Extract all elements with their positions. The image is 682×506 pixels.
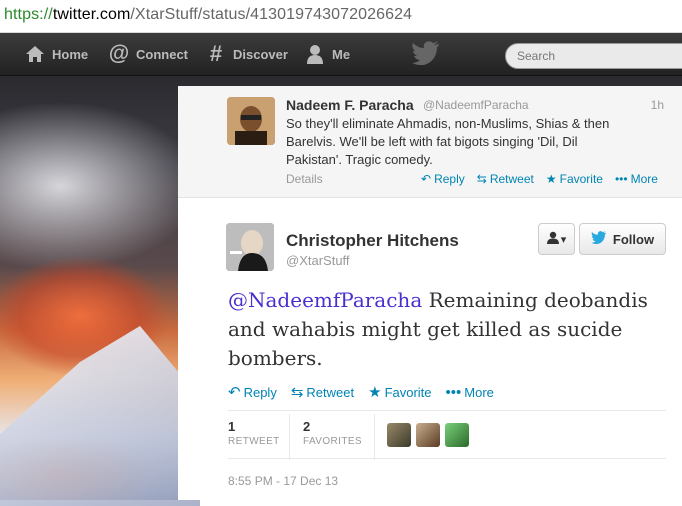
tweet-permalink-panel: Nadeem F. Paracha @NadeemfParacha 1h So … [178,86,682,500]
avatar[interactable] [387,423,411,447]
caret-down-icon: ▾ [560,233,567,246]
retweet-button[interactable]: ⇆ Retweet [477,172,534,186]
retweet-icon: ⇆ [476,172,487,186]
mention-link[interactable]: @NadeemfParacha [228,288,422,312]
more-button[interactable]: ••• More [446,383,494,401]
hashtag-icon: # [209,41,223,66]
star-icon: ★ [545,172,557,186]
retweet-label: Retweet [306,384,355,400]
nav-discover-label: Discover [233,46,288,62]
tweet-timestamp[interactable]: 8:55 PM - 17 Dec 13 [228,474,338,488]
tweet-text: So they'll eliminate Ahmadis, non-Muslim… [286,116,610,167]
retweet-icon: ⇆ [290,384,304,401]
favorite-button[interactable]: ★ Favorite [368,383,431,401]
retweet-count-label: RETWEET [228,436,280,447]
divider [289,414,290,460]
nav-discover[interactable]: # Discover [205,33,288,75]
avatar[interactable] [227,97,275,145]
person-icon [546,231,559,247]
search-input[interactable]: Search [505,43,682,69]
author-name[interactable]: Christopher Hitchens [286,231,459,251]
avatar[interactable] [226,223,274,271]
url-scheme: https:// [4,6,53,23]
nav-me-label: Me [332,46,351,62]
reply-button[interactable]: ↶ Reply [228,383,277,401]
at-icon: @ [108,42,130,65]
more-label: More [630,172,658,186]
reply-icon: ↶ [228,384,241,401]
favorite-label: Favorite [384,384,432,400]
retweet-button[interactable]: ⇆ Retweet [291,383,354,401]
nav-connect-label: Connect [136,46,188,62]
retweet-stat[interactable]: 1 RETWEET [228,419,280,447]
more-icon: ••• [445,383,462,401]
reply-button[interactable]: ↶ Reply [421,172,465,186]
divider [228,410,666,411]
user-actions-button[interactable]: ▾ [538,223,575,255]
reply-label: Reply [243,384,277,400]
favorite-label: Favorite [559,172,603,186]
nav-me[interactable]: Me [304,33,350,75]
top-navigation-bar: Home @ Connect # Discover Me Search [0,33,682,76]
home-icon [24,43,46,65]
follow-button[interactable]: Follow [579,223,666,255]
follow-label: Follow [612,231,655,247]
tweet-actions: ↶ Reply ⇆ Retweet ★ Favorite ••• More [228,383,494,402]
reply-icon: ↶ [421,172,432,186]
twitter-bird-icon [591,231,607,247]
url-domain: twitter.com [52,6,131,23]
tweet-time[interactable]: 1h [651,98,664,112]
author-name[interactable]: Nadeem F. Paracha [286,97,414,113]
favorites-count-label: FAVORITES [303,436,362,447]
url-text[interactable]: https://twitter.com/XtarStuff/status/413… [4,6,412,24]
more-icon: ••• [614,172,628,186]
details-link[interactable]: Details [286,172,323,186]
author-handle[interactable]: @NadeemfParacha [423,98,529,112]
snow-ridge-shape [0,326,200,506]
nav-home[interactable]: Home [24,33,88,75]
retweet-count: 1 [228,419,236,434]
person-icon [304,43,326,65]
author-handle[interactable]: @XtarStuff [286,253,350,268]
browser-address-bar[interactable]: https://twitter.com/XtarStuff/status/413… [0,0,682,33]
favorite-button[interactable]: ★ Favorite [546,172,603,186]
more-label: More [464,384,494,400]
divider [374,414,375,460]
more-button[interactable]: ••• More [615,172,658,186]
favorites-count: 2 [303,419,311,434]
retweet-label: Retweet [489,172,534,186]
avatar[interactable] [445,423,469,447]
tweet-actions: ↶ Reply ⇆ Retweet ★ Favorite ••• More [421,172,658,186]
url-path: /XtarStuff/status/413019743072026624 [130,6,413,23]
nav-home-label: Home [52,46,89,62]
nav-connect[interactable]: @ Connect [108,33,188,75]
twitter-bird-icon[interactable] [412,41,440,66]
tweet-text: @NadeemfParacha Remaining deobandis and … [228,286,668,373]
favorites-stat[interactable]: 2 FAVORITES [303,419,362,447]
avatar[interactable] [416,423,440,447]
divider [228,458,666,459]
parent-tweet[interactable]: Nadeem F. Paracha @NadeemfParacha 1h So … [178,86,682,198]
star-icon: ★ [368,384,382,401]
reply-label: Reply [434,172,465,186]
